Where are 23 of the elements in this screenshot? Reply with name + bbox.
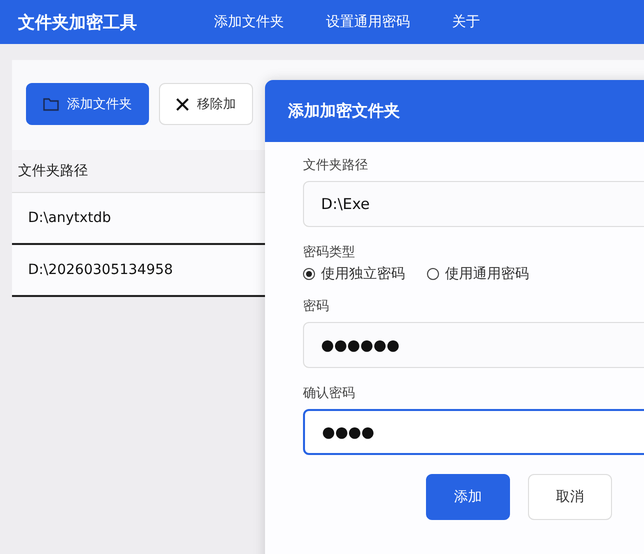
field-label: 文件夹路径 bbox=[303, 157, 369, 174]
folder-icon bbox=[43, 97, 59, 111]
radio-option[interactable]: 使用独立密码 bbox=[303, 265, 405, 283]
password-field[interactable]: ●●●●●● bbox=[303, 322, 644, 368]
nav-link[interactable]: 添加文件夹 bbox=[214, 13, 284, 31]
add-button[interactable]: 添加 bbox=[426, 474, 510, 520]
path-field[interactable]: D:\Exe bbox=[303, 181, 644, 227]
add-folder-button[interactable]: 添加文件夹 bbox=[26, 83, 149, 125]
field-label: 确认密码 bbox=[303, 385, 356, 402]
cancel-button[interactable]: 取消 bbox=[528, 474, 612, 520]
field-label: 密码 bbox=[303, 298, 330, 315]
table-cell[interactable]: D:\20260305134958 bbox=[12, 245, 265, 297]
nav-link[interactable]: 设置通用密码 bbox=[326, 13, 410, 31]
app-title: 文件夹加密工具 bbox=[18, 12, 138, 34]
radio-option[interactable]: 使用通用密码 bbox=[427, 265, 529, 283]
field-label: 密码类型 bbox=[303, 244, 356, 261]
close-icon bbox=[176, 98, 189, 110]
password-field[interactable]: ●●●● bbox=[303, 409, 644, 455]
remove-button[interactable]: 移除加 bbox=[159, 83, 253, 125]
column-header: 文件夹路径 bbox=[12, 150, 265, 193]
table-cell[interactable]: D:\anytxtdb bbox=[12, 193, 265, 245]
dialog-title: 添加加密文件夹 bbox=[265, 80, 644, 142]
nav-link[interactable]: 关于 bbox=[452, 13, 480, 31]
